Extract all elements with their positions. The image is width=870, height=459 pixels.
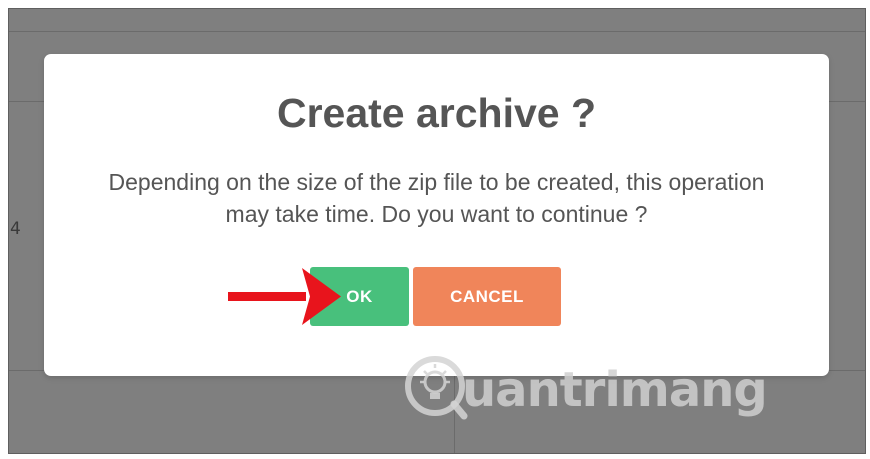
cancel-button[interactable]: CANCEL <box>413 267 561 326</box>
create-archive-dialog: Create archive ? Depending on the size o… <box>44 54 829 376</box>
dialog-message: Depending on the size of the zip file to… <box>108 169 765 227</box>
dialog-title: Create archive ? <box>276 90 597 136</box>
background-divider <box>454 370 455 453</box>
background-divider <box>9 31 865 32</box>
background-partial-text: 4 <box>10 219 21 239</box>
right-arrow-icon <box>228 268 341 325</box>
